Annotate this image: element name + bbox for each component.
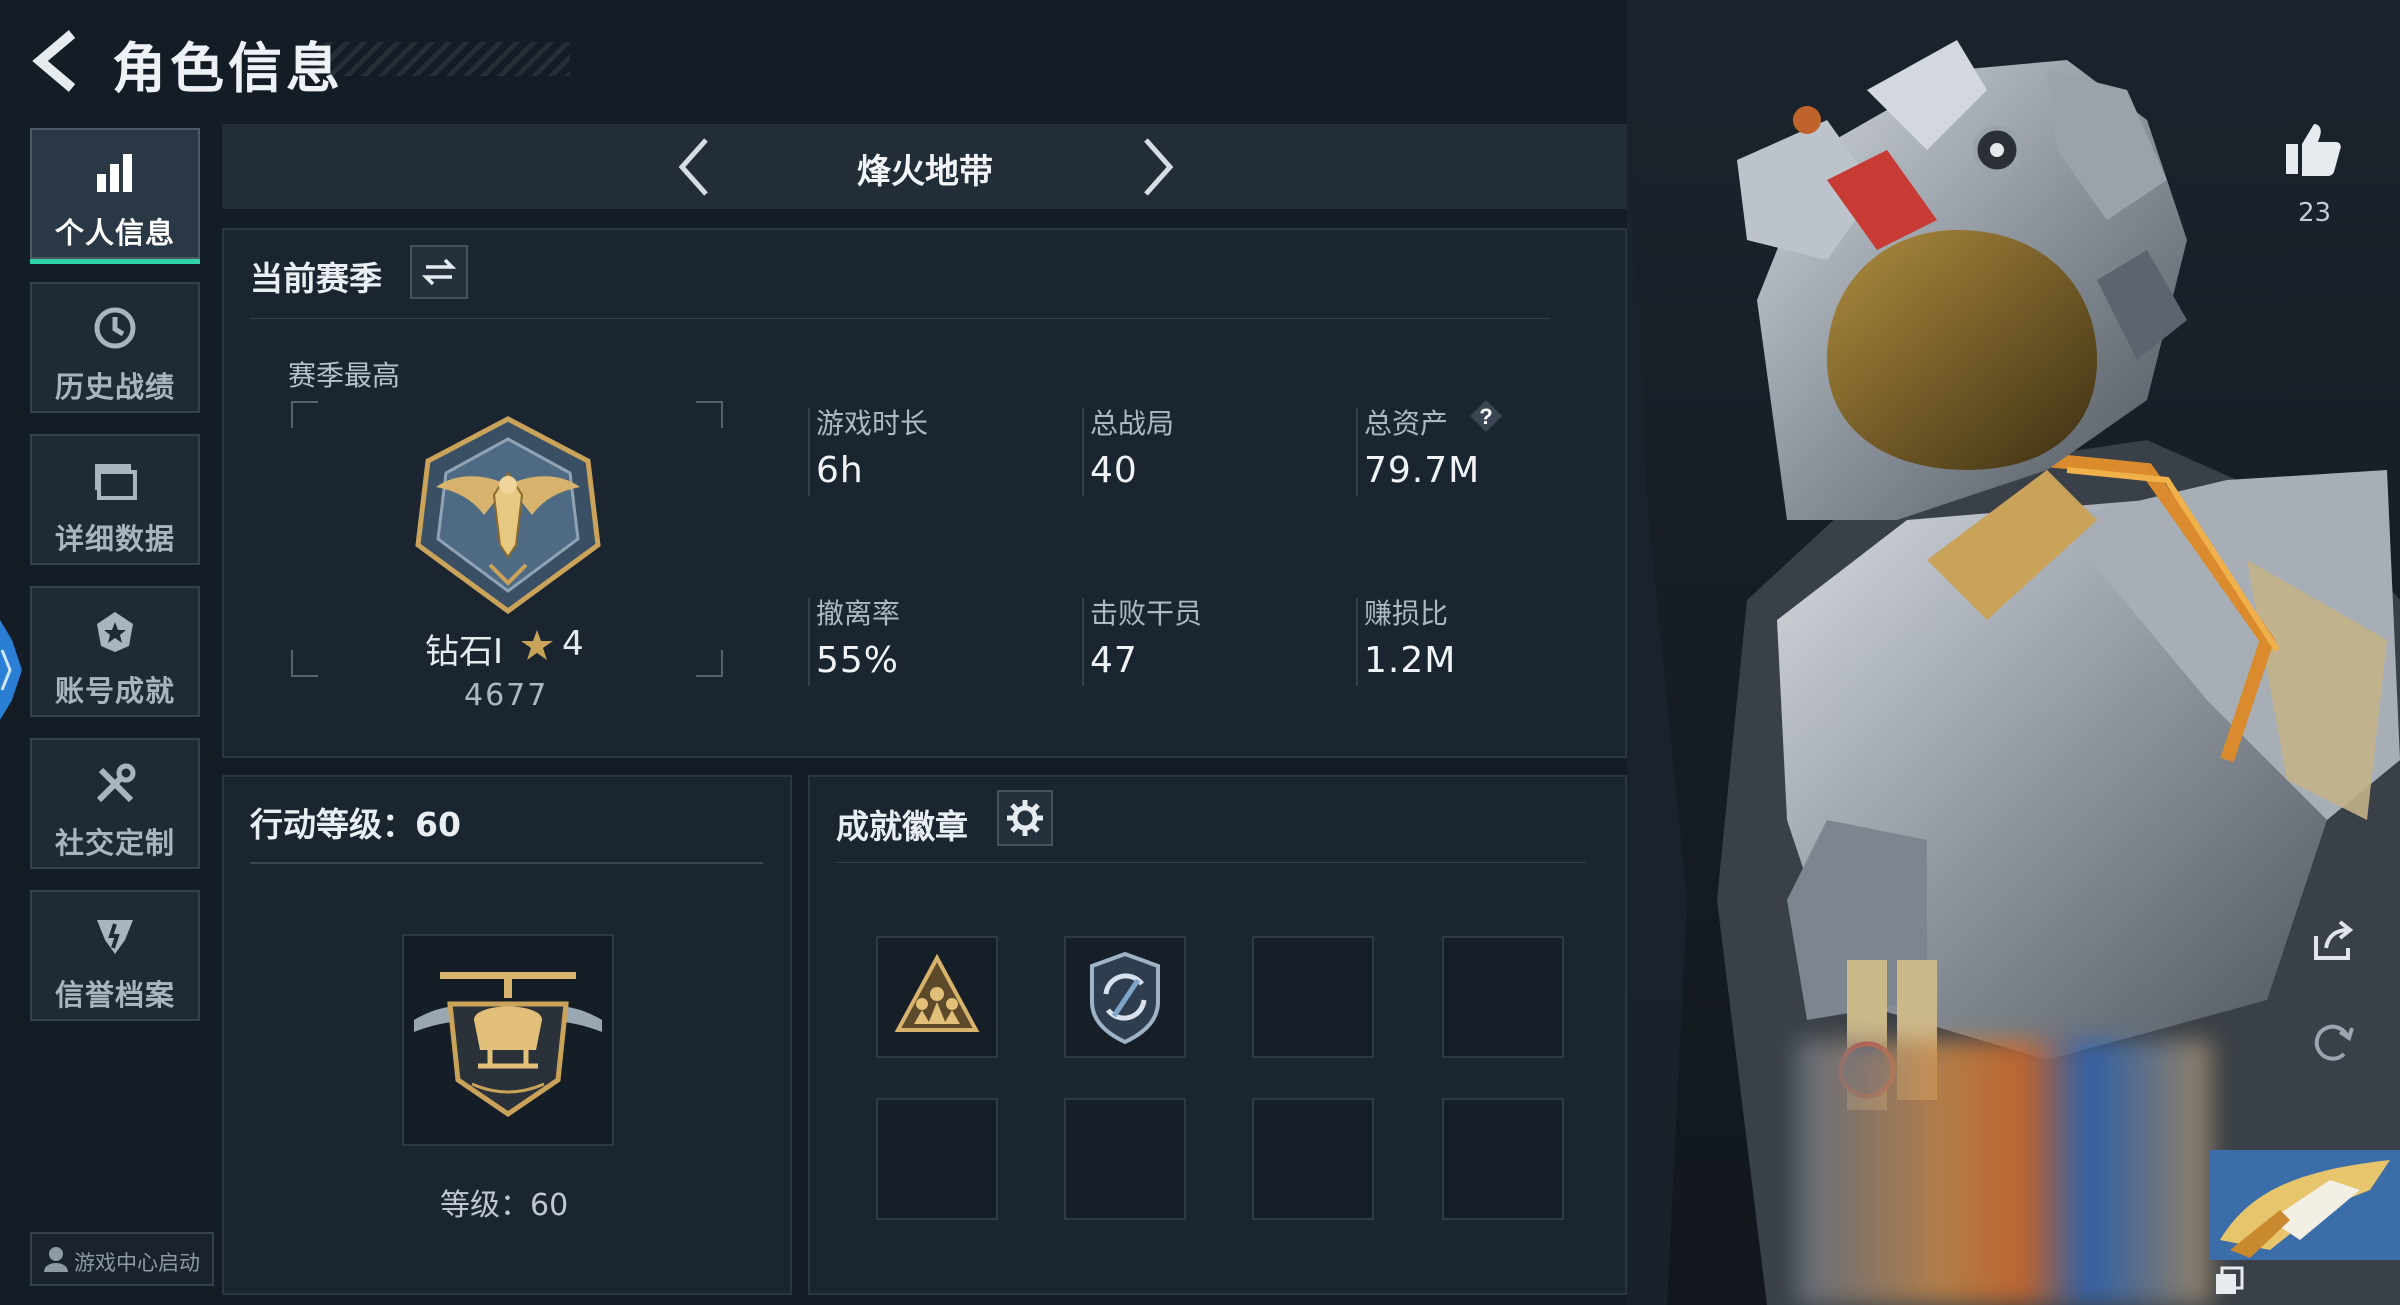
stat-value: 79.7M <box>1364 450 1481 491</box>
stat-value: 40 <box>1090 450 1138 491</box>
stat-value: 6h <box>816 450 864 491</box>
season-best-label: 赛季最高 <box>288 359 401 392</box>
skin-preview-thumbnail[interactable] <box>2210 1150 2400 1260</box>
sidebar-item-label: 详细数据 <box>54 522 175 556</box>
divider <box>250 318 1550 319</box>
star-icon <box>521 630 553 660</box>
divider <box>836 862 1586 863</box>
stat-label: 总战局 <box>1090 407 1175 440</box>
like-button[interactable] <box>2282 118 2344 180</box>
squad-triangle-badge-icon <box>894 953 980 1032</box>
stat-value: 1.2M <box>1364 640 1457 681</box>
back-button[interactable] <box>28 28 88 94</box>
divider <box>250 862 763 864</box>
sidebar-item-label: 个人信息 <box>54 216 175 250</box>
sidebar-item-label: 信誉档案 <box>54 978 175 1012</box>
blurred-preview <box>1797 1040 2211 1305</box>
sidebar-item-history[interactable]: 历史战绩 <box>30 282 200 413</box>
level-text: 等级：60 <box>440 1188 569 1223</box>
share-icon <box>2314 920 2354 960</box>
achievement-slot-empty[interactable] <box>1252 936 1374 1058</box>
achievements-title: 成就徽章 <box>836 807 968 846</box>
bar-chart-icon <box>97 154 132 192</box>
achievements-settings-button[interactable] <box>997 790 1053 846</box>
sidebar-item-social[interactable]: 社交定制 <box>30 738 200 869</box>
achievement-slot-empty[interactable] <box>1442 1098 1564 1220</box>
achievement-star-icon <box>97 612 133 652</box>
mode-next-button[interactable] <box>1132 134 1182 200</box>
rank-score: 4677 <box>464 678 549 713</box>
divider <box>1356 598 1358 686</box>
history-clock-icon <box>94 307 136 349</box>
achievement-slot[interactable] <box>1064 936 1186 1058</box>
stat-value: 47 <box>1090 640 1138 681</box>
divider <box>808 598 810 686</box>
stat-label: 赚损比 <box>1364 597 1449 630</box>
sidebar-item-achievements[interactable]: 账号成就 <box>30 586 200 717</box>
sidebar-item-detailed-data[interactable]: 详细数据 <box>30 434 200 565</box>
shield-rotate-badge-icon <box>1090 951 1160 1045</box>
season-switch-button[interactable] <box>410 245 468 299</box>
rotate-model-button[interactable] <box>2310 1018 2356 1064</box>
action-level-title: 行动等级：60 <box>250 805 461 844</box>
divider <box>1082 408 1084 496</box>
rank-star-count: 4 <box>562 624 584 664</box>
gear-icon <box>1007 800 1043 836</box>
stat-label: 总资产 <box>1364 407 1449 440</box>
achievement-slot[interactable] <box>876 936 998 1058</box>
helicopter-level-badge <box>414 972 602 1118</box>
mode-name: 烽火地带 <box>857 152 993 192</box>
rotate-icon <box>2314 1024 2354 1061</box>
credit-shield-icon <box>97 920 133 954</box>
help-button[interactable]: ? <box>1468 398 1504 434</box>
rank-name: 钻石Ⅰ <box>425 632 504 672</box>
back-arrow-icon <box>32 30 76 92</box>
stat-label: 撤离率 <box>816 597 901 630</box>
stat-value: 55% <box>816 640 900 681</box>
swap-arrows-icon <box>421 258 457 286</box>
title-decoration <box>310 42 570 76</box>
game-center-launch-button[interactable]: 游戏中心启动 <box>30 1232 214 1286</box>
tools-icon <box>96 763 136 803</box>
sidebar-item-personal-info[interactable]: 个人信息 <box>30 128 200 264</box>
stat-label: 击败干员 <box>1090 597 1203 630</box>
share-button[interactable] <box>2310 918 2356 964</box>
side-drawer-tab-icon[interactable] <box>0 620 22 720</box>
thumbs-up-icon <box>2286 124 2341 176</box>
stat-label: 游戏时长 <box>816 407 929 440</box>
diamond-rank-emblem <box>415 416 601 615</box>
mode-prev-button[interactable] <box>670 134 720 200</box>
user-icon <box>44 1247 68 1272</box>
divider <box>808 408 810 496</box>
achievement-slot-empty[interactable] <box>1064 1098 1186 1220</box>
achievement-slot-empty[interactable] <box>1442 936 1564 1058</box>
chevron-left-icon <box>678 138 708 196</box>
achievement-slot-empty[interactable] <box>876 1098 998 1220</box>
copy-icon[interactable] <box>2214 1266 2244 1296</box>
help-icon: ? <box>1470 400 1502 432</box>
season-title: 当前赛季 <box>250 259 382 298</box>
sidebar-item-label: 账号成就 <box>54 674 175 708</box>
sidebar-item-credit[interactable]: 信誉档案 <box>30 890 200 1021</box>
chevron-right-icon <box>1144 138 1174 196</box>
sidebar-item-label: 历史战绩 <box>54 370 175 404</box>
divider <box>1082 598 1084 686</box>
sidebar-item-label: 社交定制 <box>54 826 175 860</box>
like-count: 23 <box>2298 198 2332 228</box>
divider <box>1356 408 1358 496</box>
game-center-label: 游戏中心启动 <box>74 1251 200 1275</box>
achievement-slot-empty[interactable] <box>1252 1098 1374 1220</box>
folder-icon <box>95 464 137 500</box>
help-glyph: ? <box>1479 404 1492 429</box>
